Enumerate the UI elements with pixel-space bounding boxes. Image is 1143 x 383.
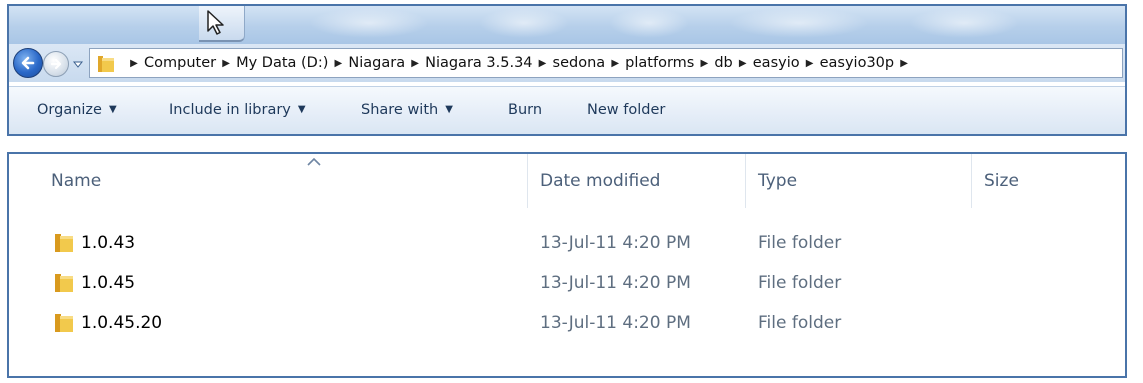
share-with-button[interactable]: Share with ▼ xyxy=(361,102,453,118)
folder-icon xyxy=(55,234,73,252)
breadcrumb-easyio[interactable]: easyio xyxy=(753,55,800,71)
folder-icon xyxy=(55,274,73,292)
file-type: File folder xyxy=(758,273,842,293)
chevron-down-icon: ▼ xyxy=(445,104,453,115)
file-type: File folder xyxy=(758,233,842,253)
column-header-date-modified[interactable]: Date modified xyxy=(540,171,660,191)
command-bar: Organize ▼ Include in library ▼ Share with… xyxy=(9,86,1125,134)
organize-button[interactable]: Organize ▼ xyxy=(37,102,117,118)
breadcrumb-niagara[interactable]: Niagara xyxy=(348,55,405,71)
file-type: File folder xyxy=(758,313,842,333)
breadcrumb-separator-icon[interactable]: ▶ xyxy=(216,58,236,69)
file-date-modified: 13-Jul-11 4:20 PM xyxy=(540,273,691,293)
breadcrumb-db[interactable]: db xyxy=(714,55,732,71)
breadcrumb-separator-icon[interactable]: ▶ xyxy=(405,58,425,69)
burn-button[interactable]: Burn xyxy=(508,102,542,118)
breadcrumb-separator-icon[interactable]: ▶ xyxy=(894,58,914,69)
cursor-icon xyxy=(207,10,224,35)
breadcrumb-easyio30p[interactable]: easyio30p xyxy=(820,55,895,71)
breadcrumb-separator-icon[interactable]: ▶ xyxy=(124,58,144,69)
chevron-down-icon: ▼ xyxy=(297,104,306,115)
title-tab[interactable] xyxy=(199,6,245,42)
column-header-type[interactable]: Type xyxy=(758,171,797,191)
recent-pages-dropdown-icon[interactable] xyxy=(72,58,84,70)
breadcrumb-separator-icon[interactable]: ▶ xyxy=(694,58,714,69)
breadcrumb-platforms[interactable]: platforms xyxy=(625,55,694,71)
file-date-modified: 13-Jul-11 4:20 PM xyxy=(540,233,691,253)
breadcrumb-separator-icon[interactable]: ▶ xyxy=(605,58,625,69)
forward-button[interactable] xyxy=(43,51,69,77)
column-header-row: Name Date modified Type Size xyxy=(9,154,1125,208)
column-header-size[interactable]: Size xyxy=(984,171,1019,191)
folder-icon xyxy=(55,314,73,332)
breadcrumb-sedona[interactable]: sedona xyxy=(553,55,606,71)
include-in-library-button[interactable]: Include in library ▼ xyxy=(169,102,306,118)
breadcrumb-separator-icon[interactable]: ▶ xyxy=(733,58,753,69)
breadcrumb: ▶ Computer ▶ My Data (D:) ▶ Niagara ▶ Ni… xyxy=(124,49,914,77)
organize-label: Organize xyxy=(37,102,102,118)
breadcrumb-separator-icon[interactable]: ▶ xyxy=(533,58,553,69)
file-name[interactable]: 1.0.45 xyxy=(81,273,135,293)
column-divider[interactable] xyxy=(971,154,972,208)
folder-icon xyxy=(98,56,114,72)
breadcrumb-separator-icon[interactable]: ▶ xyxy=(800,58,820,69)
back-arrow-icon xyxy=(21,56,35,70)
chevron-down-icon: ▼ xyxy=(108,104,117,115)
window-title-bar xyxy=(9,6,1125,44)
file-name[interactable]: 1.0.43 xyxy=(81,233,135,253)
column-divider[interactable] xyxy=(745,154,746,208)
file-name[interactable]: 1.0.45.20 xyxy=(81,313,162,333)
file-row[interactable]: 1.0.45.20 13-Jul-11 4:20 PM File folder xyxy=(9,304,1125,344)
breadcrumb-separator-icon[interactable]: ▶ xyxy=(328,58,348,69)
file-list-pane: Name Date modified Type Size 1.0.43 13-J… xyxy=(7,152,1127,378)
share-with-label: Share with xyxy=(361,102,439,118)
file-date-modified: 13-Jul-11 4:20 PM xyxy=(540,313,691,333)
file-row[interactable]: 1.0.45 13-Jul-11 4:20 PM File folder xyxy=(9,264,1125,304)
breadcrumb-my-data[interactable]: My Data (D:) xyxy=(236,55,328,71)
sort-ascending-icon xyxy=(307,158,321,166)
address-bar[interactable]: ▶ Computer ▶ My Data (D:) ▶ Niagara ▶ Ni… xyxy=(89,48,1123,78)
back-button[interactable] xyxy=(13,48,43,78)
explorer-top-pane: ▶ Computer ▶ My Data (D:) ▶ Niagara ▶ Ni… xyxy=(7,4,1127,136)
forward-arrow-icon xyxy=(50,58,62,70)
include-in-library-label: Include in library xyxy=(169,102,291,118)
column-header-name[interactable]: Name xyxy=(51,171,101,191)
navigation-bar: ▶ Computer ▶ My Data (D:) ▶ Niagara ▶ Ni… xyxy=(9,44,1125,82)
breadcrumb-computer[interactable]: Computer xyxy=(144,55,216,71)
breadcrumb-niagara-version[interactable]: Niagara 3.5.34 xyxy=(425,55,532,71)
column-divider[interactable] xyxy=(527,154,528,208)
new-folder-button[interactable]: New folder xyxy=(587,102,665,118)
file-row[interactable]: 1.0.43 13-Jul-11 4:20 PM File folder xyxy=(9,224,1125,264)
